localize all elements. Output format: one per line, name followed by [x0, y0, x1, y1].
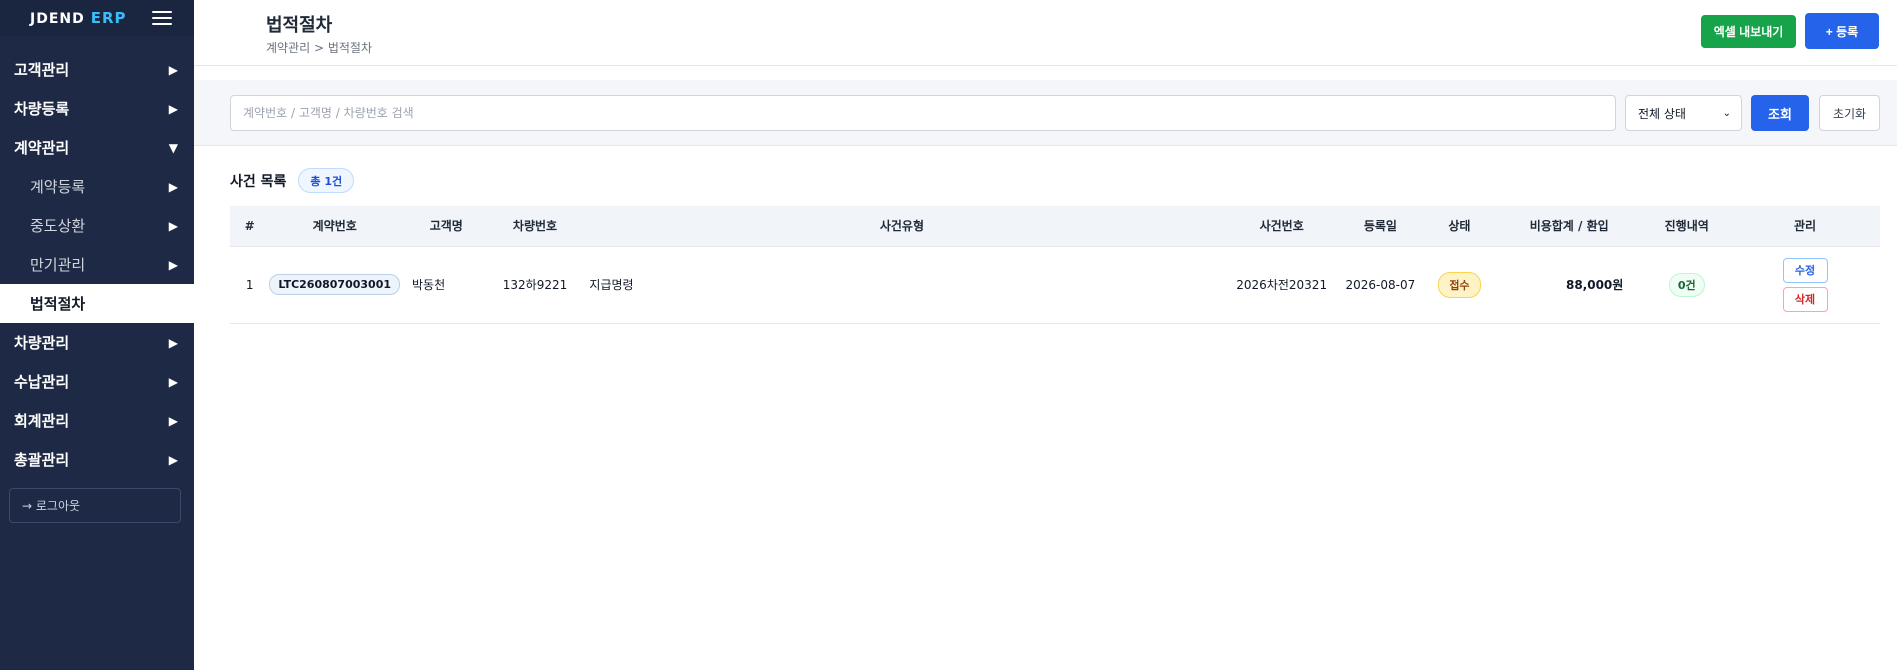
status-badge: 접수	[1438, 271, 1481, 298]
sidebar-item-label: 계약등록	[30, 178, 86, 196]
column-header: 사건번호	[1226, 206, 1337, 247]
column-header: 상태	[1423, 206, 1496, 247]
table-row[interactable]: 1 LTC260807003001 박동천 132하9221 지급명령 2026…	[230, 246, 1880, 323]
sidebar-item-general[interactable]: 총괄관리 ▶	[0, 440, 194, 479]
caret-right-icon: ▶	[168, 179, 178, 194]
cost-total: 88,000원	[1565, 278, 1624, 292]
sidebar-item-label: 법적절차	[30, 295, 86, 313]
search-button[interactable]: 조회	[1751, 95, 1809, 131]
count-badge: 총 1건	[298, 168, 355, 193]
column-header: 계약번호	[269, 206, 401, 247]
caret-right-icon: ▶	[168, 335, 178, 350]
caret-right-icon: ▶	[168, 101, 178, 116]
caret-right-icon: ▶	[168, 374, 178, 389]
sidebar-item-vehicle-management[interactable]: 차량관리 ▶	[0, 323, 194, 362]
case-number: 2026차전20321	[1236, 278, 1328, 292]
column-header: 비용합계 / 환입	[1495, 206, 1644, 247]
list-header: 사건 목록 총 1건	[230, 168, 355, 193]
case-type: 지급명령	[589, 278, 634, 292]
column-header: 관리	[1730, 206, 1880, 247]
sidebar-item-legal-procedure[interactable]: 법적절차	[0, 284, 194, 323]
caret-right-icon: ▶	[168, 62, 178, 77]
sidebar: JDEND ERP 고객관리 ▶ 차량등록 ▶ 계약관리 ▼ 계약등록 ▶ 중도상…	[0, 0, 194, 670]
column-header: 진행내역	[1643, 206, 1731, 247]
sidebar-item-contract[interactable]: 계약관리 ▼	[0, 128, 194, 167]
row-actions: 수정 삭제	[1730, 257, 1880, 312]
caret-right-icon: ▶	[168, 413, 178, 428]
progress-count-badge[interactable]: 0건	[1668, 272, 1705, 297]
table-header-row: # 계약번호 고객명 차량번호 사건유형 사건번호 등록일 상태 비용합계 / …	[230, 206, 1880, 247]
sidebar-item-label: 차량등록	[14, 100, 70, 118]
sidebar-item-label: 회계관리	[14, 412, 70, 430]
breadcrumb: 계약관리 > 법적절차	[266, 41, 373, 55]
column-header: 사건유형	[577, 206, 1227, 247]
list-title: 사건 목록	[230, 173, 287, 190]
reset-button[interactable]: 초기화	[1819, 95, 1880, 131]
caret-right-icon: ▶	[168, 452, 178, 467]
caret-down-icon: ▼	[168, 140, 178, 155]
registration-date: 2026-08-07	[1345, 277, 1416, 292]
brand-name: JDEND	[30, 11, 85, 27]
caret-right-icon: ▶	[168, 218, 178, 233]
status-filter-value: 전체 상태	[1638, 106, 1686, 121]
page-title: 법적절차	[266, 15, 333, 36]
excel-export-button[interactable]: 엑셀 내보내기	[1701, 15, 1796, 48]
row-number: 1	[245, 277, 254, 292]
sidebar-item-label: 총괄관리	[14, 451, 70, 469]
column-header: #	[230, 206, 270, 247]
register-button[interactable]: + 등록	[1805, 13, 1879, 49]
vehicle-number: 132하9221	[502, 278, 568, 292]
sidebar-item-label: 차량관리	[14, 334, 70, 352]
contract-number-chip[interactable]: LTC260807003001	[269, 274, 401, 295]
search-bar: 전체 상태 ⌄ 조회 초기화	[194, 80, 1897, 146]
delete-button[interactable]: 삭제	[1782, 286, 1828, 312]
sidebar-item-customer[interactable]: 고객관리 ▶	[0, 50, 194, 89]
sidebar-item-label: 고객관리	[14, 61, 70, 79]
sidebar-item-collection[interactable]: 수납관리 ▶	[0, 362, 194, 401]
sidebar-menu: 고객관리 ▶ 차량등록 ▶ 계약관리 ▼ 계약등록 ▶ 중도상환 ▶ 만기관리 …	[0, 50, 194, 479]
customer-name: 박동천	[412, 278, 446, 292]
sidebar-item-label: 중도상환	[30, 217, 86, 235]
logout-button[interactable]: → 로그아웃	[9, 488, 181, 523]
sidebar-item-accounting[interactable]: 회계관리 ▶	[0, 401, 194, 440]
sidebar-item-contract-register[interactable]: 계약등록 ▶	[0, 167, 194, 206]
sidebar-item-label: 만기관리	[30, 256, 86, 274]
hamburger-menu-icon[interactable]	[152, 11, 172, 25]
brand-accent: ERP	[90, 9, 127, 27]
sidebar-item-label: 수납관리	[14, 373, 70, 391]
chevron-down-icon: ⌄	[1722, 107, 1731, 119]
brand-logo: JDEND ERP	[30, 9, 127, 27]
sidebar-item-early-repayment[interactable]: 중도상환 ▶	[0, 206, 194, 245]
page-header: 법적절차 계약관리 > 법적절차 엑셀 내보내기 + 등록	[194, 0, 1897, 66]
sidebar-item-vehicle-register[interactable]: 차량등록 ▶	[0, 89, 194, 128]
sidebar-item-maturity[interactable]: 만기관리 ▶	[0, 245, 194, 284]
column-header: 차량번호	[492, 206, 578, 247]
sidebar-item-label: 계약관리	[14, 139, 70, 157]
caret-right-icon: ▶	[168, 257, 178, 272]
brand-bar: JDEND ERP	[0, 0, 194, 36]
status-filter-select[interactable]: 전체 상태 ⌄	[1625, 95, 1742, 131]
search-input[interactable]	[230, 95, 1616, 131]
column-header: 고객명	[400, 206, 493, 247]
edit-button[interactable]: 수정	[1782, 257, 1828, 283]
column-header: 등록일	[1336, 206, 1424, 247]
case-table: # 계약번호 고객명 차량번호 사건유형 사건번호 등록일 상태 비용합계 / …	[230, 206, 1880, 324]
